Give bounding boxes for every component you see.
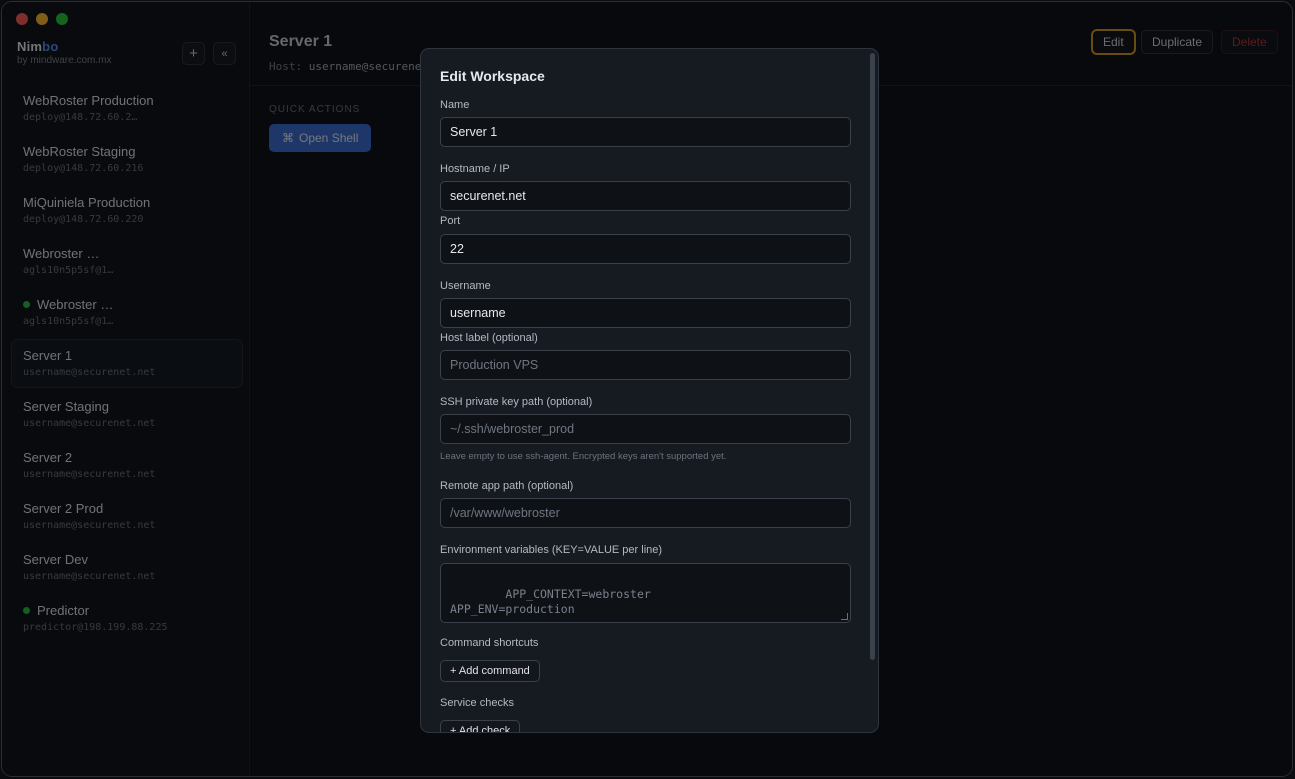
username-input[interactable]: username [440,298,851,328]
command-shortcuts-label: Command shortcuts [440,637,539,649]
ssh-key-input[interactable]: ~/.ssh/webroster_prod [440,414,851,444]
env-vars-placeholder: APP_CONTEXT=webroster APP_ENV=production [450,587,651,616]
host-label-input[interactable]: Production VPS [440,350,851,380]
resize-handle-icon[interactable] [841,613,848,620]
edit-workspace-modal: Edit Workspace Name Server 1 Hostname / … [420,48,879,733]
modal-scrollbar[interactable] [870,53,875,660]
ssh-key-label: SSH private key path (optional) [440,396,593,408]
remote-path-input[interactable]: /var/www/webroster [440,498,851,528]
add-check-button[interactable]: + Add check [440,720,521,732]
name-label: Name [440,99,470,111]
username-label: Username [440,280,491,292]
name-input[interactable]: Server 1 [440,117,851,147]
remote-path-label: Remote app path (optional) [440,480,574,492]
env-vars-label: Environment variables (KEY=VALUE per lin… [440,544,663,556]
host-label-label: Host label (optional) [440,332,538,344]
modal-scroll-area: Edit Workspace Name Server 1 Hostname / … [421,49,868,732]
add-command-button[interactable]: + Add command [440,660,540,682]
service-checks-label: Service checks [440,697,514,709]
env-vars-textarea[interactable]: APP_CONTEXT=webroster APP_ENV=production [440,563,851,623]
hostname-label: Hostname / IP [440,163,510,175]
port-input[interactable]: 22 [440,234,851,264]
ssh-key-hint: Leave empty to use ssh-agent. Encrypted … [440,451,727,462]
modal-title: Edit Workspace [440,68,545,84]
port-label: Port [440,215,461,227]
hostname-input[interactable]: securenet.net [440,181,851,211]
app-window: Nimbo by mindware.com.mx + « WebRoster P… [1,1,1293,777]
